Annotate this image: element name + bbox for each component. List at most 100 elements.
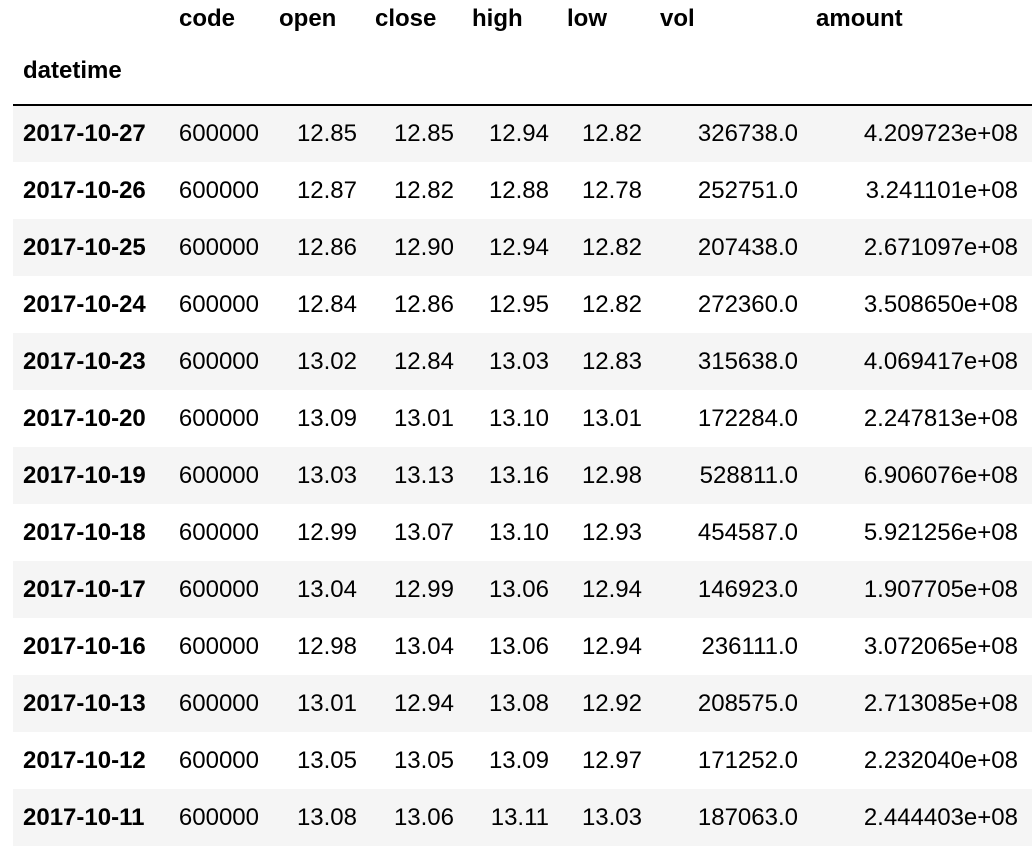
cell-amount: 4.069417e+08 [863,347,1018,375]
cell-vol: 236111.0 [701,632,798,660]
cell-close: 13.04 [393,632,454,660]
cell-open: 12.99 [296,518,357,546]
cell-low: 12.82 [581,290,642,318]
cell-amount: 5.921256e+08 [863,518,1018,546]
column-header-low: low [567,5,607,32]
cell-vol: 172284.0 [697,404,798,432]
cell-amount: 2.444403e+08 [863,803,1018,831]
cell-high: 13.10 [488,404,549,432]
cell-low: 12.94 [581,632,642,660]
column-header-amount: amount [816,5,903,32]
cell-high: 13.06 [488,575,549,603]
row-index-datetime: 2017-10-11 [23,803,145,831]
column-header-row: code open close high low vol amount [13,0,1032,38]
row-index-datetime: 2017-10-27 [23,120,146,147]
cell-open: 12.84 [296,290,357,318]
cell-vol: 187063.0 [697,803,798,831]
cell-open: 12.98 [296,632,357,660]
cell-code: 600000 [178,461,259,489]
table-row: 2017-10-27 600000 12.85 12.85 12.94 12.82 3267… [13,105,1032,162]
cell-low: 12.82 [581,233,642,261]
cell-open: 13.05 [296,746,357,774]
cell-amount: 3.508650e+08 [863,290,1018,318]
row-index-datetime: 2017-10-23 [23,347,146,375]
cell-high: 13.06 [488,632,549,660]
cell-high: 12.88 [488,176,549,204]
cell-vol: 528811.0 [699,461,798,489]
cell-close: 13.07 [393,518,454,546]
column-header-close: close [375,5,437,32]
table-row: 2017-10-25 600000 12.86 12.90 12.94 12.82 2074… [13,219,1032,276]
cell-vol: 207438.0 [697,233,798,261]
cell-code: 600000 [178,290,259,318]
cell-open: 13.08 [296,803,357,831]
cell-amount: 6.906076e+08 [863,461,1018,489]
cell-close: 12.94 [393,689,454,717]
column-header-code: code [179,5,236,32]
table-row: 2017-10-17 600000 13.04 12.99 13.06 12.94 1469… [13,561,1032,618]
table-row: 2017-10-11 600000 13.08 13.06 13.11 13.03 1870… [13,789,1032,846]
cell-vol: 171252.0 [697,746,798,774]
row-index-datetime: 2017-10-16 [23,632,146,660]
cell-amount: 2.713085e+08 [863,689,1018,717]
cell-amount: 2.671097e+08 [863,233,1018,261]
cell-close: 12.84 [393,347,454,375]
cell-high: 13.16 [488,461,549,489]
cell-code: 600000 [178,233,259,261]
cell-amount: 3.241101e+08 [865,176,1018,204]
cell-low: 13.03 [581,803,642,831]
cell-high: 13.03 [488,347,549,375]
row-index-datetime: 2017-10-24 [23,290,146,318]
table-row: 2017-10-12 600000 13.05 13.05 13.09 12.97 1712… [13,732,1032,789]
column-header-open: open [279,5,337,32]
table-row: 2017-10-18 600000 12.99 13.07 13.10 12.93 4545… [13,504,1032,561]
table-header: code open close high low vol amount date… [13,0,1032,106]
dataframe-table: code open close high low vol amount date… [13,0,1032,846]
cell-vol: 326738.0 [697,120,798,147]
cell-open: 13.02 [296,347,357,375]
cell-low: 12.98 [581,461,642,489]
cell-high: 13.10 [488,518,549,546]
cell-high: 13.11 [490,803,549,831]
cell-low: 13.01 [581,404,642,432]
column-header-vol: vol [660,5,695,32]
cell-amount: 3.072065e+08 [863,632,1018,660]
cell-code: 600000 [178,746,259,774]
row-index-datetime: 2017-10-13 [23,689,146,717]
cell-code: 600000 [178,803,259,831]
cell-close: 13.01 [393,404,454,432]
cell-vol: 252751.0 [697,176,798,204]
table-row: 2017-10-19 600000 13.03 13.13 13.16 12.98 5288… [13,447,1032,504]
cell-code: 600000 [178,404,259,432]
cell-high: 13.09 [488,746,549,774]
cell-open: 13.01 [296,689,357,717]
cell-close: 12.99 [393,575,454,603]
cell-low: 12.93 [581,518,642,546]
cell-vol: 208575.0 [697,689,798,717]
cell-open: 13.03 [296,461,357,489]
row-index-datetime: 2017-10-25 [23,233,146,261]
cell-vol: 146923.0 [697,575,798,603]
table-row: 2017-10-23 600000 13.02 12.84 13.03 12.83 3156… [13,333,1032,390]
cell-vol: 454587.0 [697,518,798,546]
row-index-datetime: 2017-10-17 [23,575,146,603]
cell-high: 12.95 [488,290,549,318]
table-body: 2017-10-27 600000 12.85 12.85 12.94 12.82 3267… [13,105,1032,846]
cell-low: 12.92 [581,689,642,717]
cell-code: 600000 [178,575,259,603]
column-header-high: high [472,5,523,32]
cell-close: 12.90 [393,233,454,261]
cell-close: 13.05 [393,746,454,774]
cell-low: 12.97 [581,746,642,774]
cell-close: 13.06 [393,803,454,831]
cell-low: 12.78 [581,176,642,204]
cell-high: 12.94 [488,233,549,261]
table-row: 2017-10-20 600000 13.09 13.01 13.10 13.01 1722… [13,390,1032,447]
cell-amount: 1.907705e+08 [863,575,1018,603]
cell-close: 12.85 [393,120,454,147]
row-index-datetime: 2017-10-26 [23,176,146,204]
cell-low: 12.83 [581,347,642,375]
cell-amount: 4.209723e+08 [863,120,1018,147]
cell-close: 12.86 [393,290,454,318]
table-row: 2017-10-26 600000 12.87 12.82 12.88 12.78 2527… [13,162,1032,219]
